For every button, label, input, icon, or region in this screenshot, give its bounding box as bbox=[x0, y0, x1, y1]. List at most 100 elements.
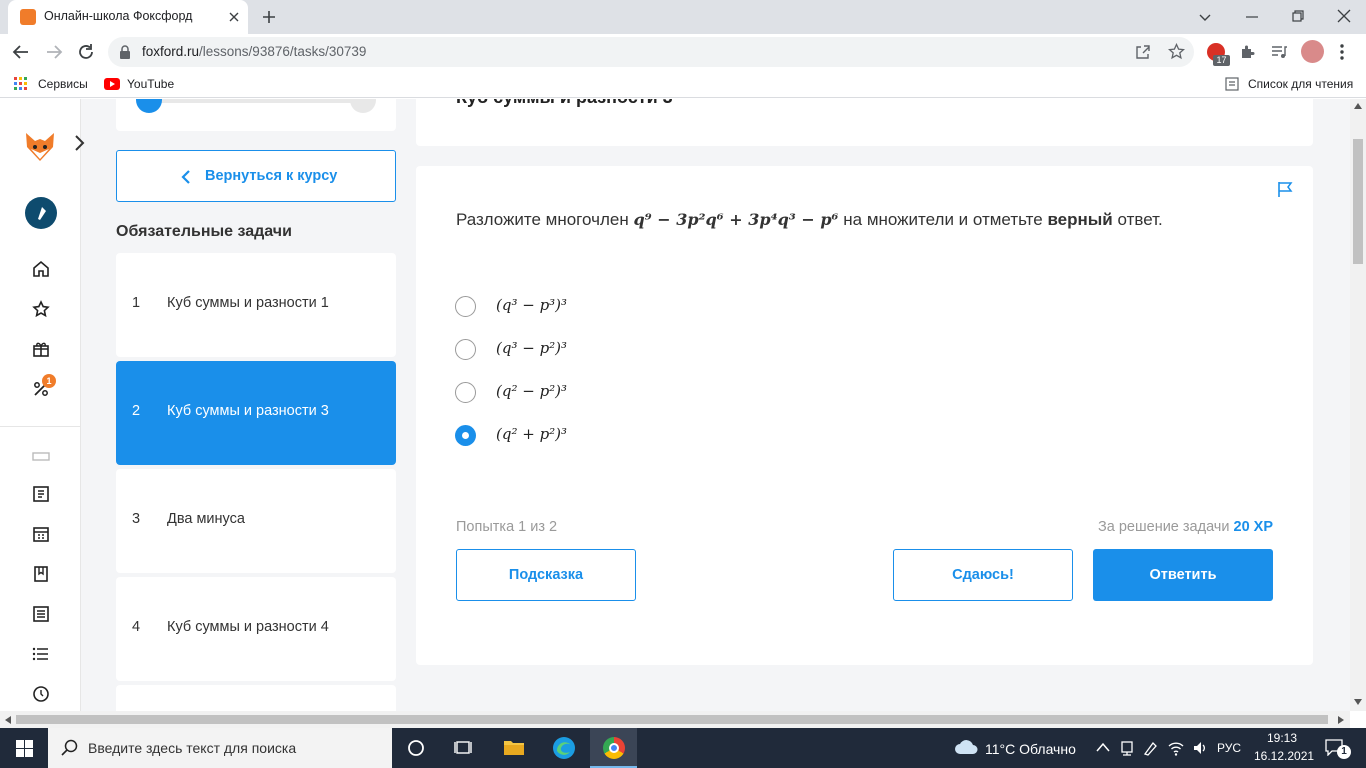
task-view-icon[interactable] bbox=[454, 739, 472, 757]
clock-time[interactable]: 19:13 bbox=[1267, 731, 1297, 745]
answer-button[interactable]: Ответить bbox=[1093, 549, 1273, 601]
task-item-3[interactable]: 3 Два минуса bbox=[116, 469, 396, 573]
weather-cloud-icon[interactable] bbox=[954, 739, 978, 755]
option-label-4[interactable]: (q² + p²)³ bbox=[496, 425, 567, 443]
media-control-icon[interactable] bbox=[1270, 43, 1288, 61]
task-item-4[interactable]: 4 Куб суммы и разности 4 bbox=[116, 577, 396, 681]
scroll-left-arrow-icon[interactable] bbox=[5, 716, 11, 724]
close-window-icon[interactable] bbox=[1336, 8, 1352, 24]
language-indicator[interactable]: РУС bbox=[1217, 741, 1241, 755]
pen-round-icon[interactable] bbox=[25, 197, 57, 229]
option-radio-1[interactable] bbox=[455, 296, 476, 317]
apps-grid-icon[interactable] bbox=[14, 77, 28, 91]
back-arrow-icon[interactable] bbox=[12, 43, 30, 61]
document-icon[interactable] bbox=[32, 605, 50, 623]
page-content: 1 Вернуться к курсу Обязательные задачи … bbox=[0, 99, 1350, 711]
clock-date[interactable]: 16.12.2021 bbox=[1254, 749, 1314, 763]
task-item-2[interactable]: 2 Куб суммы и разности 3 bbox=[116, 361, 396, 465]
list-icon[interactable] bbox=[32, 645, 50, 663]
edge-icon[interactable] bbox=[553, 737, 575, 759]
restore-icon[interactable] bbox=[1290, 8, 1306, 24]
url-path: /lessons/93876/tasks/30739 bbox=[199, 44, 367, 59]
lock-icon[interactable] bbox=[119, 45, 131, 59]
task-number: 1 bbox=[132, 295, 141, 311]
task-name: Куб суммы и разности 4 bbox=[167, 619, 329, 635]
required-tasks-title: Обязательные задачи bbox=[116, 223, 292, 240]
vertical-scrollbar[interactable] bbox=[1350, 99, 1366, 711]
task-card: Разложите многочлен q⁹ − 3p²q⁶ + 3p⁴q³ −… bbox=[416, 166, 1313, 665]
home-icon[interactable] bbox=[32, 260, 50, 278]
reward-value: 20 XP bbox=[1233, 519, 1274, 535]
youtube-icon[interactable] bbox=[104, 78, 120, 90]
profile-avatar[interactable] bbox=[1301, 40, 1324, 63]
progress-dot-start bbox=[136, 99, 162, 113]
expand-chevron-icon[interactable] bbox=[73, 134, 87, 152]
horizontal-scroll-thumb[interactable] bbox=[16, 715, 1328, 724]
minimize-icon[interactable] bbox=[1244, 9, 1260, 25]
network-icon[interactable] bbox=[1119, 740, 1135, 756]
attempt-counter: Попытка 1 из 2 bbox=[456, 519, 558, 535]
pen-settings-icon[interactable] bbox=[1143, 740, 1159, 756]
notebook-icon[interactable] bbox=[32, 565, 50, 583]
tab-search-icon[interactable] bbox=[1197, 9, 1213, 25]
back-to-course-button[interactable]: Вернуться к курсу bbox=[116, 150, 396, 202]
cortana-icon[interactable] bbox=[407, 739, 425, 757]
weather-text[interactable]: 11°C Облачно bbox=[985, 741, 1076, 757]
vertical-scroll-thumb[interactable] bbox=[1353, 139, 1363, 264]
fox-favicon-icon bbox=[20, 9, 36, 25]
question-prefix: Разложите многочлен bbox=[456, 210, 629, 229]
discount-badge: 1 bbox=[42, 374, 56, 388]
gift-icon[interactable] bbox=[32, 340, 50, 358]
horizontal-scrollbar[interactable] bbox=[0, 711, 1350, 728]
share-icon[interactable] bbox=[1135, 44, 1151, 60]
hint-button[interactable]: Подсказка bbox=[456, 549, 636, 601]
new-tab-icon[interactable] bbox=[260, 8, 278, 26]
tab-close-icon[interactable] bbox=[226, 9, 242, 25]
bookmarks-bar bbox=[0, 70, 1366, 98]
bookmark-star-icon[interactable] bbox=[1168, 43, 1185, 60]
clock-icon[interactable] bbox=[32, 685, 50, 703]
question-end: ответ. bbox=[1117, 210, 1163, 229]
option-radio-4-selected[interactable] bbox=[455, 425, 476, 446]
scroll-up-arrow-icon[interactable] bbox=[1354, 103, 1362, 109]
option-label-1[interactable]: (q³ − p³)³ bbox=[496, 296, 567, 314]
forward-arrow-icon[interactable] bbox=[45, 43, 63, 61]
star-icon[interactable] bbox=[32, 300, 50, 318]
give-up-button[interactable]: Сдаюсь! bbox=[893, 549, 1073, 601]
extensions-puzzle-icon[interactable] bbox=[1239, 43, 1256, 60]
scroll-down-arrow-icon[interactable] bbox=[1354, 699, 1362, 705]
reading-list-label[interactable]: Список для чтения bbox=[1248, 77, 1353, 91]
volume-icon[interactable] bbox=[1192, 740, 1208, 756]
url-text[interactable]: foxford.ru/lessons/93876/tasks/30739 bbox=[142, 44, 366, 59]
wifi-icon[interactable] bbox=[1168, 740, 1184, 756]
file-explorer-icon[interactable] bbox=[503, 738, 525, 756]
reload-icon[interactable] bbox=[77, 43, 95, 61]
tray-chevron-up-icon[interactable] bbox=[1096, 742, 1110, 752]
progress-track bbox=[150, 99, 376, 103]
option-label-2[interactable]: (q³ − p²)³ bbox=[496, 339, 567, 357]
bookmark-youtube[interactable]: YouTube bbox=[127, 77, 174, 91]
scroll-right-arrow-icon[interactable] bbox=[1338, 716, 1344, 724]
report-flag-icon[interactable] bbox=[1276, 180, 1294, 198]
browser-menu-icon[interactable] bbox=[1338, 43, 1346, 61]
task-item-5[interactable] bbox=[116, 685, 396, 711]
task-item-1[interactable]: 1 Куб суммы и разности 1 bbox=[116, 253, 396, 357]
windows-start-icon[interactable] bbox=[16, 740, 33, 757]
fox-logo-icon[interactable] bbox=[23, 129, 57, 163]
taskbar-search-placeholder: Введите здесь текст для поиска bbox=[88, 740, 297, 756]
reading-list-icon[interactable] bbox=[1225, 77, 1239, 91]
bookmark-apps[interactable]: Сервисы bbox=[38, 77, 88, 91]
rail-divider bbox=[0, 426, 81, 427]
library-icon[interactable] bbox=[32, 485, 50, 503]
option-radio-2[interactable] bbox=[455, 339, 476, 360]
ruler-icon[interactable] bbox=[32, 450, 50, 462]
chrome-icon[interactable] bbox=[603, 737, 625, 759]
task-number: 2 bbox=[132, 403, 141, 419]
progress-dot-end bbox=[350, 99, 376, 113]
option-label-3[interactable]: (q² − p²)³ bbox=[496, 382, 567, 400]
task-header-card: Куб суммы и разности 3 bbox=[416, 99, 1313, 146]
option-radio-3[interactable] bbox=[455, 382, 476, 403]
question-text: Разложите многочлен q⁹ − 3p²q⁶ + 3p⁴q³ −… bbox=[456, 210, 1163, 230]
task-name: Куб суммы и разности 1 bbox=[167, 295, 329, 311]
calendar-icon[interactable] bbox=[32, 525, 50, 543]
